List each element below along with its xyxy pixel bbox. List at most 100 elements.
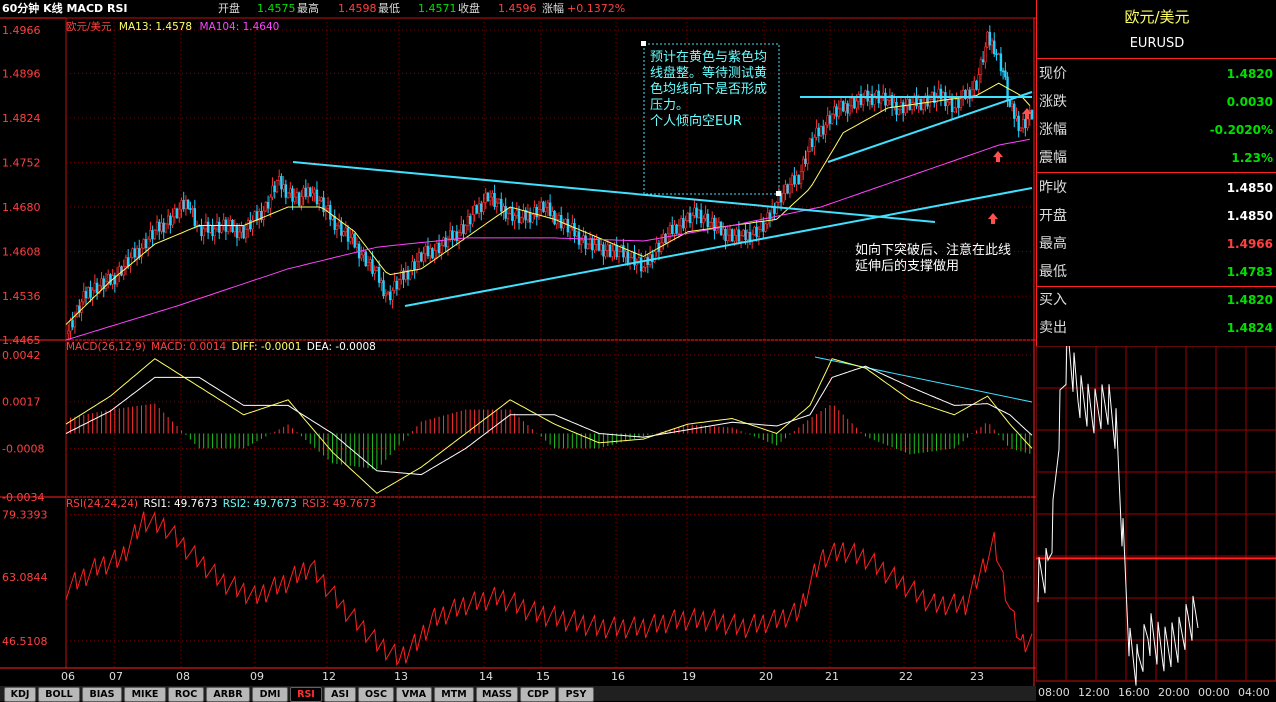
candle-body	[235, 225, 239, 238]
tab-mass[interactable]: MASS	[476, 687, 518, 702]
tab-mike[interactable]: MIKE	[124, 687, 166, 702]
x-tick-label: 06	[61, 670, 75, 683]
candle-body	[722, 228, 725, 236]
candle-body	[528, 212, 532, 223]
candle-body	[397, 279, 401, 290]
candle-body	[484, 192, 487, 203]
candle-body	[93, 282, 97, 291]
candle-body	[611, 250, 614, 257]
candle-body	[409, 270, 412, 280]
candle-body	[178, 208, 181, 219]
intraday-chart[interactable]: 08:00 12:00 16:00 20:00 00:00 04:00	[1036, 346, 1276, 701]
candle-body	[790, 175, 794, 185]
rsi-tick-label: 79.3393	[2, 509, 48, 522]
candle-body	[870, 94, 874, 105]
candle-body	[668, 224, 672, 235]
candle-body	[504, 206, 507, 219]
candle-body	[546, 202, 550, 208]
candle-body	[466, 215, 470, 226]
candle-body	[242, 226, 245, 239]
candle-body	[166, 215, 170, 225]
candle-body	[413, 261, 416, 271]
candle-body	[289, 188, 292, 194]
tab-osc[interactable]: OSC	[358, 687, 394, 702]
tab-rsi[interactable]: RSI	[290, 687, 322, 702]
quote-row-label: 昨收	[1039, 180, 1067, 196]
candle-body	[826, 115, 829, 126]
candle-body	[222, 219, 225, 226]
quote-row-value: 1.23%	[1231, 151, 1273, 165]
candle-body	[189, 208, 192, 210]
tab-cdp[interactable]: CDP	[520, 687, 556, 702]
candle-body	[979, 59, 983, 75]
annotation-handle	[641, 41, 646, 46]
quote-row-label: 最低	[1039, 264, 1067, 280]
tab-boll[interactable]: BOLL	[38, 687, 80, 702]
candle-body	[986, 31, 989, 48]
candle-body	[742, 229, 745, 237]
quote-code: EURUSD	[1129, 36, 1185, 51]
candle-body	[364, 251, 367, 267]
candle-body	[833, 106, 836, 115]
candle-body	[391, 290, 394, 301]
candle-body	[788, 184, 792, 194]
tab-bias[interactable]: BIAS	[82, 687, 122, 702]
candle-body	[133, 248, 137, 258]
candle-body	[737, 229, 741, 242]
tab-vma[interactable]: VMA	[396, 687, 432, 702]
candle-body	[631, 251, 634, 258]
candle-body	[1010, 103, 1014, 107]
candle-body	[144, 239, 148, 249]
candle-body	[806, 150, 809, 164]
candle-body	[302, 187, 305, 198]
candle-body	[200, 225, 203, 237]
candles-group	[67, 25, 1034, 340]
candle-body	[291, 188, 294, 202]
candle-body	[879, 97, 883, 104]
candle-body	[651, 254, 654, 263]
x-tick-label: 08	[176, 670, 190, 683]
candle-body	[158, 221, 161, 232]
tab-roc[interactable]: ROC	[168, 687, 204, 702]
candle-body	[180, 200, 183, 210]
tab-mtm[interactable]: MTM	[434, 687, 474, 702]
tab-arbr[interactable]: ARBR	[206, 687, 250, 702]
open-label: 开盘	[218, 2, 240, 15]
candle-body	[315, 189, 319, 205]
candle-body	[386, 291, 390, 295]
candle-body	[451, 230, 454, 241]
candle-body	[500, 198, 503, 212]
candle-body	[431, 248, 434, 259]
candle-body	[124, 257, 128, 267]
candle-body	[844, 103, 847, 112]
candle-body	[997, 53, 1000, 56]
candle-body	[482, 202, 485, 212]
candle-body	[160, 222, 163, 232]
candle-body	[728, 229, 732, 236]
candle-body	[151, 230, 154, 240]
tab-asi[interactable]: ASI	[324, 687, 356, 702]
candle-body	[264, 202, 268, 212]
candle-body	[393, 280, 396, 291]
candle-body	[757, 228, 761, 237]
candle-body	[817, 127, 821, 137]
tab-kdj[interactable]: KDJ	[4, 687, 36, 702]
candle-body	[293, 196, 296, 202]
candle-body	[540, 201, 543, 210]
candle-body	[542, 201, 545, 212]
rsi-params: RSI(24,24,24)	[66, 498, 139, 510]
candle-body	[653, 251, 656, 263]
tab-dmi[interactable]: DMI	[252, 687, 288, 702]
rsi-tick-label: 46.5108	[2, 635, 48, 648]
candle-body	[342, 231, 345, 236]
tab-psy[interactable]: PSY	[558, 687, 594, 702]
candle-body	[164, 223, 168, 233]
candle-body	[673, 224, 676, 234]
candle-body	[739, 235, 743, 242]
candle-body	[493, 193, 496, 207]
candle-body	[819, 126, 823, 137]
candle-body	[355, 243, 359, 248]
candle-body	[87, 287, 90, 299]
candle-body	[537, 209, 541, 218]
candle-body	[804, 158, 807, 164]
